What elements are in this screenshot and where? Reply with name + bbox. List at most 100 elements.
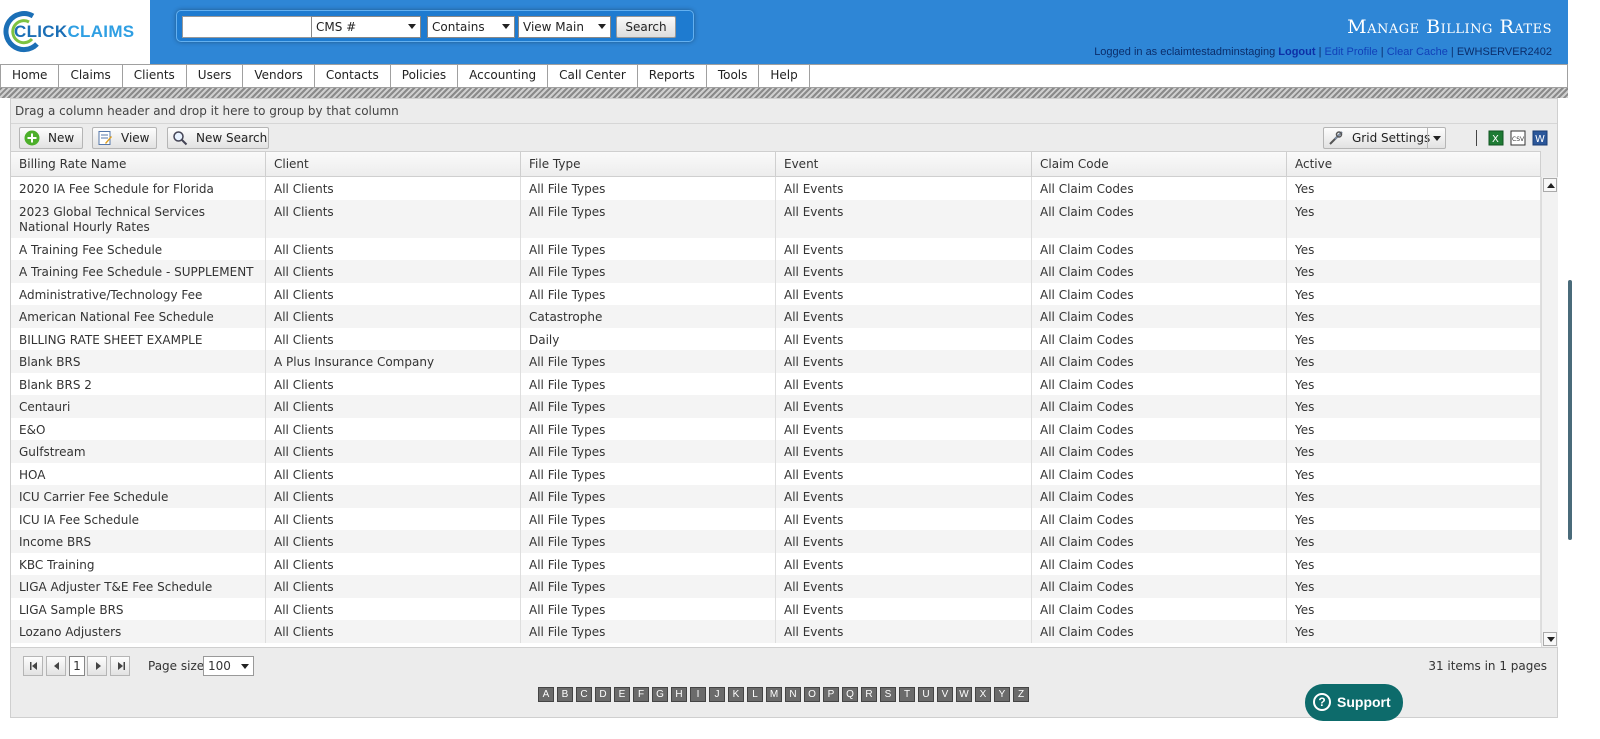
alphabet-letter-f[interactable]: F [633, 687, 649, 702]
nav-users[interactable]: Users [187, 65, 244, 87]
alphabet-letter-r[interactable]: R [861, 687, 877, 702]
view-button[interactable]: View [92, 127, 157, 149]
page-size-select[interactable]: 100 [203, 656, 254, 676]
alphabet-letter-p[interactable]: P [823, 687, 839, 702]
nav-policies[interactable]: Policies [391, 65, 459, 87]
table-row[interactable]: Lozano Adjusters All Clients All File Type… [11, 620, 1541, 643]
previous-page-button[interactable] [46, 656, 66, 676]
scroll-down-button[interactable] [1543, 632, 1557, 646]
nav-home[interactable]: Home [1, 65, 60, 87]
support-button[interactable]: ? Support [1305, 684, 1403, 721]
table-row[interactable]: A Training Fee Schedule All Clients All Fi… [11, 237, 1541, 260]
table-row[interactable]: HOA All Clients All File Types All Events Al… [11, 462, 1541, 485]
grid-settings-dropdown[interactable] [1427, 128, 1445, 148]
nav-tools[interactable]: Tools [707, 65, 760, 87]
alphabet-letter-t[interactable]: T [899, 687, 915, 702]
new-search-button[interactable]: New Search [167, 127, 269, 149]
alphabet-letter-i[interactable]: I [690, 687, 706, 702]
search-input[interactable] [182, 16, 314, 38]
export-excel-icon[interactable]: X [1488, 130, 1504, 146]
alphabet-letter-n[interactable]: N [785, 687, 801, 702]
scroll-up-button[interactable] [1543, 178, 1557, 192]
alphabet-letter-y[interactable]: Y [994, 687, 1010, 702]
table-row[interactable]: A Training Fee Schedule - SUPPLEMENT All … [11, 260, 1541, 283]
table-row[interactable]: Centauri All Clients All File Types All Eve… [11, 395, 1541, 418]
grid-vertical-scrollbar[interactable] [1541, 177, 1558, 647]
table-row[interactable]: Blank BRS A Plus Insurance Company All Fil… [11, 350, 1541, 373]
export-csv-icon[interactable]: CSV [1510, 130, 1526, 146]
grid-settings-button[interactable]: Grid Settings [1323, 127, 1446, 149]
nav-contacts[interactable]: Contacts [315, 65, 391, 87]
alphabet-letter-h[interactable]: H [671, 687, 687, 702]
nav-clients[interactable]: Clients [123, 65, 187, 87]
table-row[interactable]: ICU Carrier Fee Schedule All Clients All F… [11, 485, 1541, 508]
alphabet-letter-c[interactable]: C [576, 687, 592, 702]
table-row[interactable]: Blank BRS 2 All Clients All File Types All … [11, 372, 1541, 395]
alphabet-letter-j[interactable]: J [709, 687, 725, 702]
search-operator-select[interactable]: Contains [427, 16, 515, 38]
table-row[interactable]: LIGA Sample BRS All Clients All File Types… [11, 597, 1541, 620]
search-view-select[interactable]: View Main [518, 16, 611, 38]
alphabet-letter-k[interactable]: K [728, 687, 744, 702]
table-row[interactable]: American National Fee Schedule All Client… [11, 305, 1541, 328]
alphabet-letter-a[interactable]: A [538, 687, 554, 702]
alphabet-letter-u[interactable]: U [918, 687, 934, 702]
nav-reports[interactable]: Reports [638, 65, 707, 87]
column-header-file-type[interactable]: File Type [521, 152, 776, 177]
last-page-button[interactable] [110, 656, 130, 676]
alphabet-letter-z[interactable]: Z [1013, 687, 1029, 702]
current-page-number[interactable]: 1 [69, 656, 85, 676]
clear-cache-link[interactable]: Clear Cache [1387, 46, 1448, 58]
cell-client: All Clients [266, 395, 521, 418]
nav-accounting[interactable]: Accounting [458, 65, 549, 87]
table-row[interactable]: 2023 Global Technical Services National … [11, 199, 1541, 238]
nav-help[interactable]: Help [759, 65, 810, 87]
clickclaims-logo[interactable]: CLICKCLAIMS [0, 0, 150, 64]
nav-vendors[interactable]: Vendors [243, 65, 315, 87]
cell-event: All Events [776, 305, 1032, 328]
table-row[interactable]: KBC Training All Clients All File Types All… [11, 552, 1541, 575]
table-row[interactable]: ICU IA Fee Schedule All Clients All File T… [11, 507, 1541, 530]
edit-profile-link[interactable]: Edit Profile [1325, 46, 1378, 58]
table-row[interactable]: LIGA Adjuster T&E Fee Schedule All Client… [11, 575, 1541, 598]
column-header-billing-rate-name[interactable]: Billing Rate Name [11, 152, 266, 177]
alphabet-letter-b[interactable]: B [557, 687, 573, 702]
next-page-button[interactable] [87, 656, 107, 676]
alphabet-letter-s[interactable]: S [880, 687, 896, 702]
table-row[interactable]: Administrative/Technology Fee All Clients… [11, 282, 1541, 305]
group-by-panel[interactable]: Drag a column header and drop it here to… [11, 99, 1557, 123]
alphabet-letter-d[interactable]: D [595, 687, 611, 702]
export-word-icon[interactable]: W [1532, 130, 1548, 146]
table-row[interactable]: Income BRS All Clients All File Types All E… [11, 530, 1541, 553]
new-button[interactable]: New [19, 127, 83, 149]
cell-billing-rate-name: LIGA Adjuster T&E Fee Schedule [11, 575, 266, 598]
column-header-client[interactable]: Client [266, 152, 521, 177]
nav-call-center[interactable]: Call Center [548, 65, 638, 87]
user-info: Logged in as eclaimtestadminstaging Logo… [1094, 46, 1552, 58]
search-field-select[interactable]: CMS # [311, 16, 421, 38]
cell-client: All Clients [266, 177, 521, 200]
alphabet-letter-l[interactable]: L [747, 687, 763, 702]
cell-file-type: All File Types [521, 350, 776, 373]
alphabet-letter-q[interactable]: Q [842, 687, 858, 702]
table-row[interactable]: BILLING RATE SHEET EXAMPLE All Clients Dai… [11, 327, 1541, 350]
search-button[interactable]: Search [616, 16, 676, 38]
alphabet-letter-x[interactable]: X [975, 687, 991, 702]
alphabet-letter-o[interactable]: O [804, 687, 820, 702]
alphabet-letter-v[interactable]: V [937, 687, 953, 702]
nav-claims[interactable]: Claims [59, 65, 123, 87]
column-header-event[interactable]: Event [776, 152, 1032, 177]
alphabet-letter-e[interactable]: E [614, 687, 630, 702]
page-scroll-indicator[interactable] [1568, 280, 1572, 540]
table-row[interactable]: 2020 IA Fee Schedule for Florida All Clie… [11, 177, 1541, 200]
column-header-claim-code[interactable]: Claim Code [1032, 152, 1287, 177]
logout-link[interactable]: Logout [1278, 46, 1315, 58]
alphabet-letter-g[interactable]: G [652, 687, 668, 702]
column-header-active[interactable]: Active [1287, 152, 1541, 177]
alphabet-letter-m[interactable]: M [766, 687, 782, 702]
first-page-button[interactable] [23, 656, 43, 676]
table-row[interactable]: Gulfstream All Clients All File Types All E… [11, 440, 1541, 463]
table-row[interactable]: E&O All Clients All File Types All Events Al… [11, 417, 1541, 440]
alphabet-letter-w[interactable]: W [956, 687, 972, 702]
chevron-down-icon [598, 24, 606, 29]
